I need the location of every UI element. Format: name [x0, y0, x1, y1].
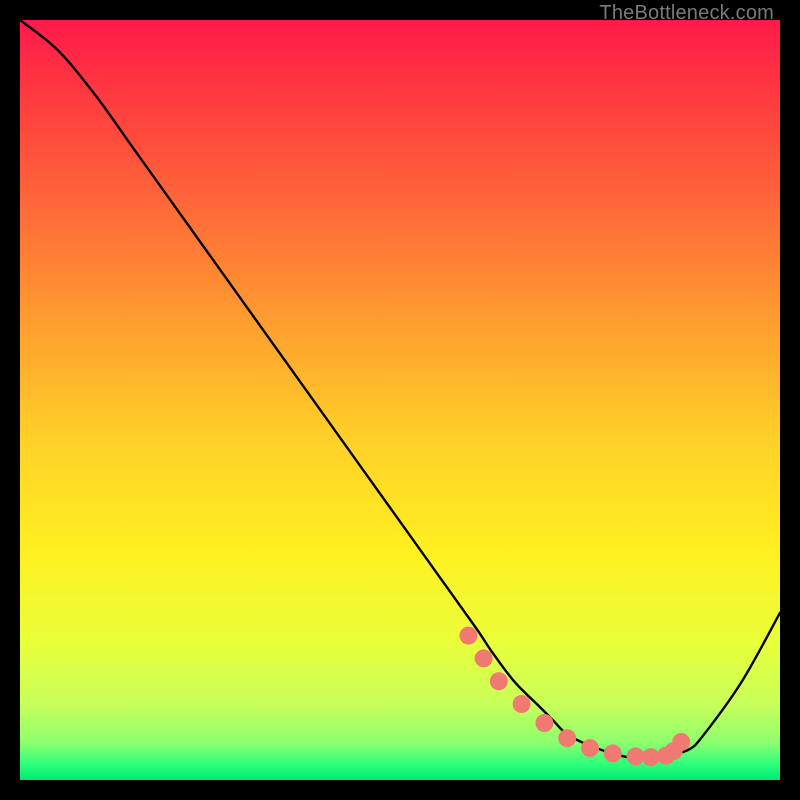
marker-point	[672, 733, 690, 751]
marker-point	[604, 744, 622, 762]
marker-point	[513, 695, 531, 713]
marker-point	[642, 748, 660, 766]
marker-point	[459, 627, 477, 645]
marker-point	[558, 729, 576, 747]
marker-point	[535, 714, 553, 732]
chart-frame: TheBottleneck.com	[20, 20, 780, 780]
bottleneck-curve	[20, 20, 780, 758]
highlighted-points	[459, 627, 690, 767]
marker-point	[581, 739, 599, 757]
plot-area	[20, 20, 780, 780]
marker-point	[490, 672, 508, 690]
marker-point	[475, 649, 493, 667]
curve-layer	[20, 20, 780, 780]
